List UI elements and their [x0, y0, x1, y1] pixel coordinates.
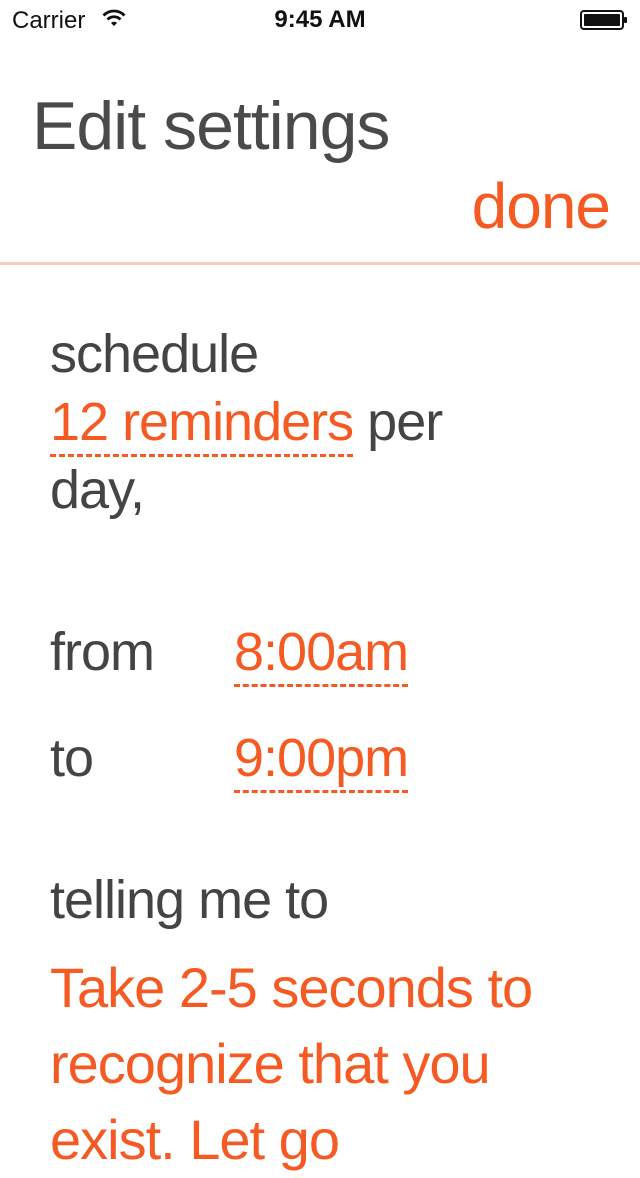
reminders-line: 12 reminders per: [50, 388, 443, 457]
from-row: from 8:00am: [50, 618, 409, 687]
clock: 9:45 AM: [274, 6, 366, 33]
from-label: from: [50, 622, 155, 682]
end-time-picker[interactable]: 9:00pm: [234, 728, 409, 793]
to-label: to: [50, 728, 94, 788]
done-button[interactable]: done: [472, 168, 611, 244]
day-label: day,: [50, 460, 145, 520]
to-row: to 9:00pm: [50, 724, 409, 793]
schedule-label: schedule: [50, 324, 259, 384]
reminder-message-field[interactable]: Take 2-5 seconds to recognize that you e…: [50, 950, 610, 1178]
telling-me-label: telling me to: [50, 870, 329, 930]
reminders-count-picker[interactable]: 12 reminders: [50, 392, 354, 457]
header: Edit settings done: [0, 40, 640, 262]
battery-icon: [580, 10, 627, 30]
start-time-picker[interactable]: 8:00am: [234, 622, 409, 687]
page-title: Edit settings: [32, 88, 390, 164]
status-bar: Carrier 9:45 AM: [0, 0, 640, 40]
per-label: per: [367, 392, 443, 452]
header-divider: [0, 262, 640, 265]
